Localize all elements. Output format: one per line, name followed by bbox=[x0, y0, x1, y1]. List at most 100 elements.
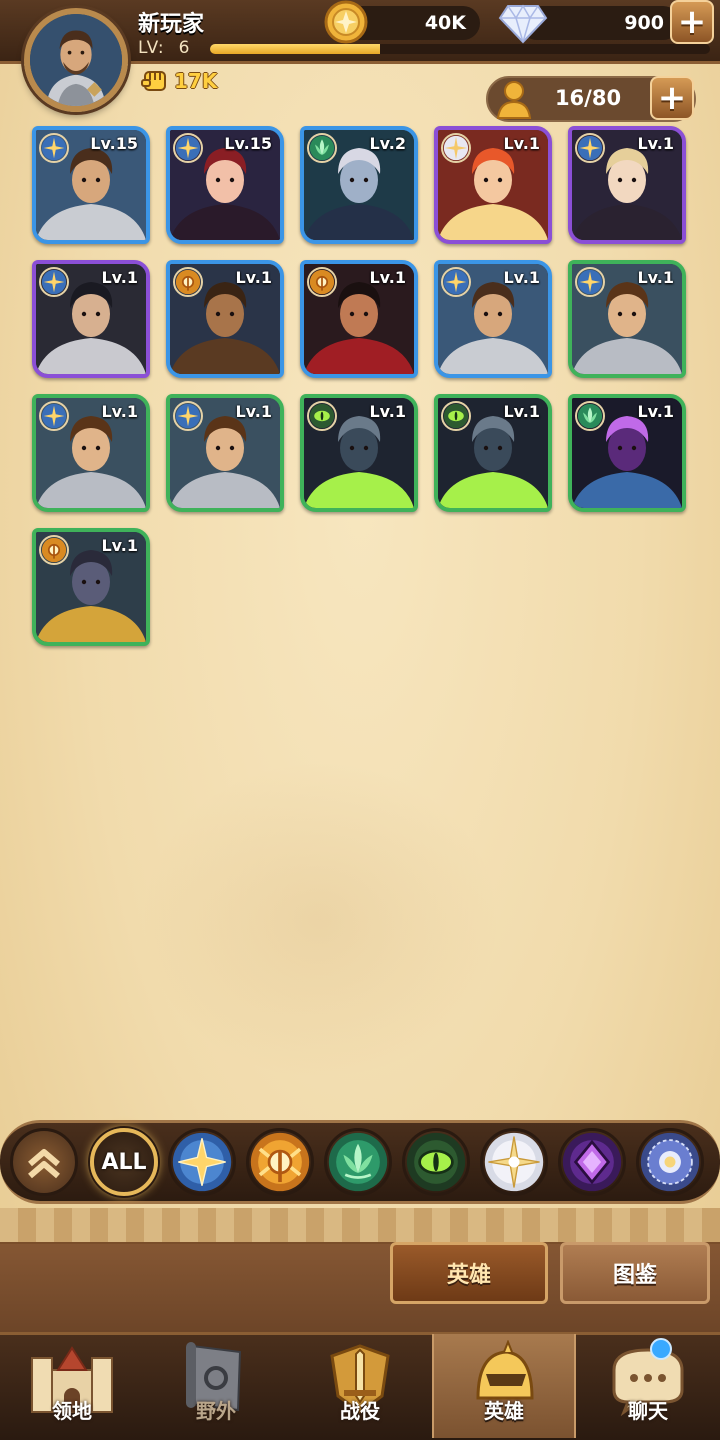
xp-bar bbox=[210, 44, 710, 54]
hero-card[interactable]: Lv.1 bbox=[32, 260, 150, 378]
background-stain bbox=[140, 760, 500, 1080]
hero-card[interactable]: Lv.1 bbox=[166, 394, 284, 512]
hero-card[interactable]: Lv.2 bbox=[300, 126, 418, 244]
beast-faction-icon bbox=[173, 267, 203, 297]
hero-card[interactable]: Lv.1 bbox=[434, 260, 552, 378]
nav-territory-label: 领地 bbox=[52, 1399, 92, 1423]
hero-level: Lv.15 bbox=[224, 134, 272, 153]
hero-level: Lv.1 bbox=[101, 402, 138, 421]
light-faction-icon bbox=[39, 267, 69, 297]
hero-level: Lv.1 bbox=[235, 268, 272, 287]
hero-card[interactable]: Lv.1 bbox=[568, 126, 686, 244]
diamond-icon bbox=[498, 4, 548, 44]
nature-faction-icon bbox=[575, 401, 605, 431]
light-faction-filter[interactable] bbox=[168, 1128, 236, 1196]
player-name: 新玩家 bbox=[138, 12, 205, 37]
hero-level: Lv.2 bbox=[369, 134, 406, 153]
filter-all-button[interactable]: ALL bbox=[90, 1128, 158, 1196]
tab-codex[interactable]: 图鉴 bbox=[560, 1242, 710, 1304]
hero-card[interactable]: Lv.1 bbox=[434, 126, 552, 244]
nature-faction-icon bbox=[328, 1132, 388, 1192]
shadow-faction-filter[interactable] bbox=[558, 1128, 626, 1196]
eye-faction-filter[interactable] bbox=[402, 1128, 470, 1196]
light-faction-icon bbox=[173, 401, 203, 431]
eye-faction-icon bbox=[406, 1132, 466, 1192]
celestial-faction-icon bbox=[441, 133, 471, 163]
hero-level: Lv.1 bbox=[101, 536, 138, 555]
hero-card[interactable]: Lv.1 bbox=[300, 260, 418, 378]
shadow-faction-icon bbox=[562, 1132, 622, 1192]
chat-notification-badge bbox=[650, 1338, 672, 1360]
hero-card[interactable]: Lv.1 bbox=[568, 260, 686, 378]
light-faction-icon bbox=[39, 401, 69, 431]
gold-value: 40K bbox=[424, 12, 466, 34]
hero-level: Lv.1 bbox=[369, 268, 406, 287]
celestial-faction-icon bbox=[484, 1132, 544, 1192]
hero-level: Lv.1 bbox=[503, 268, 540, 287]
nav-campaign[interactable]: 战役 bbox=[288, 1334, 432, 1438]
player-avatar[interactable] bbox=[24, 8, 128, 112]
gem-value: 900 bbox=[624, 12, 664, 34]
hero-level: Lv.1 bbox=[235, 402, 272, 421]
tab-heroes[interactable]: 英雄 bbox=[390, 1242, 548, 1304]
hero-card[interactable]: Lv.15 bbox=[166, 126, 284, 244]
arcane-faction-filter[interactable] bbox=[636, 1128, 704, 1196]
nav-chat[interactable]: 聊天 bbox=[576, 1334, 720, 1438]
light-faction-icon bbox=[173, 133, 203, 163]
level-value: 6 bbox=[178, 38, 191, 58]
nav-heroes[interactable]: 英雄 bbox=[432, 1334, 576, 1438]
beast-faction-icon bbox=[250, 1132, 310, 1192]
hero-count: 16/80 bbox=[554, 86, 622, 110]
nav-wild[interactable]: 野外 bbox=[144, 1334, 288, 1438]
hero-level: Lv.1 bbox=[503, 402, 540, 421]
gold-coin-icon bbox=[324, 0, 368, 44]
nature-faction-icon bbox=[307, 133, 337, 163]
beast-faction-icon bbox=[39, 535, 69, 565]
fist-icon bbox=[141, 71, 166, 91]
hero-level: Lv.1 bbox=[369, 402, 406, 421]
player-level: LV: 6 bbox=[138, 38, 190, 58]
hero-level: Lv.1 bbox=[637, 402, 674, 421]
celestial-faction-filter[interactable] bbox=[480, 1128, 548, 1196]
light-faction-icon bbox=[575, 133, 605, 163]
beast-faction-filter[interactable] bbox=[246, 1128, 314, 1196]
level-label: LV: bbox=[138, 38, 165, 58]
hero-card[interactable]: Lv.1 bbox=[32, 394, 150, 512]
light-faction-icon bbox=[441, 267, 471, 297]
combat-power: 17K bbox=[140, 66, 217, 96]
hero-card[interactable]: Lv.1 bbox=[568, 394, 686, 512]
hero-card[interactable]: Lv.1 bbox=[300, 394, 418, 512]
hero-level: Lv.1 bbox=[503, 134, 540, 153]
hero-level: Lv.15 bbox=[90, 134, 138, 153]
buy-gems-button[interactable]: + bbox=[670, 0, 714, 44]
hero-card[interactable]: Lv.1 bbox=[434, 394, 552, 512]
nav-heroes-label: 英雄 bbox=[484, 1399, 524, 1423]
xp-bar-fill bbox=[210, 44, 380, 54]
filter-all-label: ALL bbox=[101, 1149, 147, 1175]
nav-chat-label: 聊天 bbox=[628, 1399, 668, 1423]
double-chevron-up-icon bbox=[28, 1149, 60, 1179]
tab-strip-border bbox=[0, 1208, 720, 1244]
light-faction-icon bbox=[39, 133, 69, 163]
eye-faction-icon bbox=[307, 401, 337, 431]
hero-card[interactable]: Lv.1 bbox=[166, 260, 284, 378]
light-faction-icon bbox=[575, 267, 605, 297]
power-value: 17K bbox=[174, 69, 218, 93]
nature-faction-filter[interactable] bbox=[324, 1128, 392, 1196]
person-icon bbox=[496, 81, 532, 119]
hero-card[interactable]: Lv.15 bbox=[32, 126, 150, 244]
expand-capacity-button[interactable]: + bbox=[650, 76, 694, 120]
nav-wild-label: 野外 bbox=[196, 1399, 236, 1423]
hero-level: Lv.1 bbox=[637, 268, 674, 287]
arcane-faction-icon bbox=[640, 1132, 700, 1192]
nav-territory[interactable]: 领地 bbox=[0, 1334, 144, 1438]
light-faction-icon bbox=[172, 1132, 232, 1192]
eye-faction-icon bbox=[441, 401, 471, 431]
hero-grid: Lv.15 Lv.15 Lv.2 Lv.1 Lv.1 Lv.1 Lv.1 Lv.1 Lv.1 Lv… bbox=[32, 126, 692, 646]
hero-level: Lv.1 bbox=[101, 268, 138, 287]
beast-faction-icon bbox=[307, 267, 337, 297]
collapse-button[interactable] bbox=[10, 1128, 78, 1196]
hero-card[interactable]: Lv.1 bbox=[32, 528, 150, 646]
nav-campaign-label: 战役 bbox=[340, 1399, 380, 1423]
hero-level: Lv.1 bbox=[637, 134, 674, 153]
